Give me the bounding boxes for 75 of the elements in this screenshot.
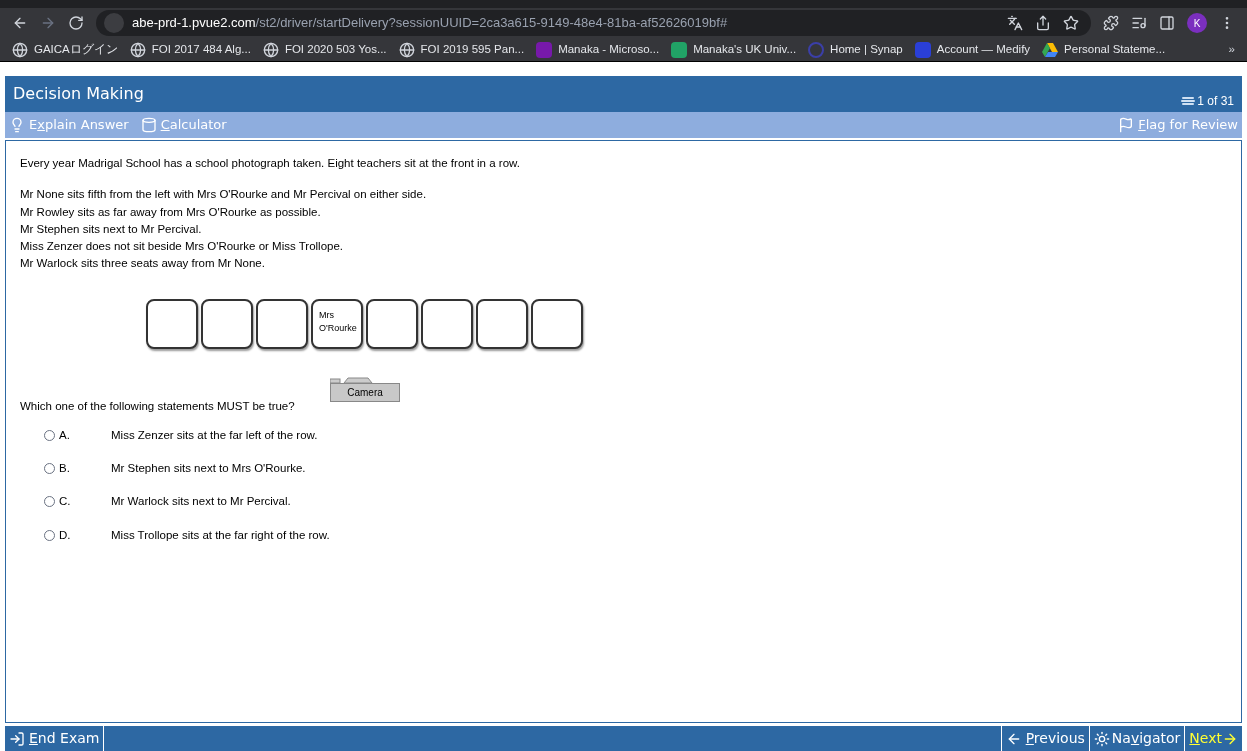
square-logo-icon: [914, 41, 931, 58]
bookmark-star-icon[interactable]: [1063, 15, 1079, 31]
bookmarks-overflow-button[interactable]: »: [1228, 40, 1235, 59]
bookmark-item[interactable]: FOI 2019 595 Pan...: [398, 40, 525, 59]
bookmark-item[interactable]: Account — Medify: [914, 40, 1031, 59]
bookmark-item[interactable]: GAICAログイン: [12, 40, 118, 59]
back-button[interactable]: [12, 15, 28, 31]
spreadsheet-icon: [671, 41, 688, 58]
address-bar[interactable]: abe-prd-1.pvue2.com/st2/driver/startDelivery?sessionUUID=2ca3a615-9149-48e4-81ba-af52626019bf#: [96, 10, 1091, 36]
answer-option[interactable]: D. Miss Trollope sits at the far right of the row.: [44, 526, 1227, 544]
answer-option[interactable]: C. Mr Warlock sits next to Mr Percival.: [44, 493, 1227, 511]
site-info-icon: [104, 13, 124, 33]
flag-icon: [1118, 117, 1135, 133]
seat-box: [201, 298, 253, 349]
profile-avatar[interactable]: K: [1187, 13, 1207, 33]
option-letter: D.: [59, 527, 72, 543]
drive-icon: [1042, 42, 1059, 57]
globe-icon: [12, 41, 28, 58]
clue-text: Mr Rowley sits as far away from Mrs O'Rourke as possible.: [20, 204, 322, 220]
option-text: Mr Stephen sits next to Mrs O'Rourke.: [111, 461, 306, 476]
option-text: Miss Zenzer sits at the far left of the row.: [111, 427, 318, 443]
question-prompt: Which one of the following statements MUST be true?: [20, 398, 296, 414]
previous-button[interactable]: Previous: [1000, 726, 1089, 751]
option-letter: C.: [59, 494, 72, 510]
camera-label: Camera: [330, 382, 400, 402]
question-stem: Every year Madrigal School has a school photograph taken. Eight teachers sit at the front in a row.: [20, 156, 521, 171]
lightbulb-icon: [9, 117, 25, 133]
option-text: Miss Trollope sits at the far right of the row.: [111, 527, 330, 543]
option-letter: B.: [59, 461, 71, 476]
radio-button[interactable]: [44, 429, 55, 441]
section-title: Decision Making: [13, 83, 144, 105]
network-icon: [808, 41, 825, 58]
side-panel-icon[interactable]: [1159, 15, 1175, 31]
radio-button[interactable]: [44, 529, 55, 541]
bookmark-item[interactable]: FOI 2017 484 Alg...: [129, 40, 251, 59]
translate-icon[interactable]: [1007, 15, 1023, 31]
seat-box: [146, 298, 198, 349]
extensions-icon[interactable]: [1103, 15, 1119, 31]
clue-text: Mr Stephen sits next to Mr Percival.: [20, 221, 203, 237]
stack-icon: [1181, 96, 1196, 106]
share-icon[interactable]: [1035, 15, 1051, 31]
next-button[interactable]: Next: [1184, 726, 1242, 751]
clue-text: Mr None sits fifth from the left with Mrs O'Rourke and Mr Percival on either side.: [20, 187, 428, 203]
seat-box: [531, 298, 583, 349]
end-exam-button[interactable]: End Exam: [5, 726, 105, 751]
exit-icon: [9, 730, 25, 747]
seat-box: [366, 298, 418, 349]
bookmark-item[interactable]: Personal Stateme...: [1042, 40, 1166, 59]
bookmark-item[interactable]: Manaka - Microso...: [536, 40, 660, 59]
option-text: Mr Warlock sits next to Mr Percival.: [111, 494, 291, 510]
clue-text: Mr Warlock sits three seats away from Mr None.: [20, 256, 266, 272]
radio-button[interactable]: [44, 496, 55, 508]
progress-counter: 1 of 31: [1181, 92, 1234, 110]
option-letter: A.: [59, 427, 71, 443]
seat-box: [476, 298, 528, 349]
clue-text: Miss Zenzer does not sit beside Mrs O'Rourke or Miss Trollope.: [20, 239, 345, 254]
globe-icon: [262, 41, 279, 58]
bookmark-item[interactable]: Manaka's UK Univ...: [671, 40, 797, 59]
reload-button[interactable]: [68, 15, 84, 31]
seat-box: [421, 298, 473, 349]
globe-icon: [398, 41, 415, 58]
calculator-icon: [140, 117, 157, 133]
media-icon[interactable]: [1131, 15, 1147, 31]
navigator-button[interactable]: Navigator: [1088, 726, 1185, 751]
forward-button[interactable]: [40, 15, 56, 31]
radio-button[interactable]: [44, 463, 55, 475]
seat-box: [256, 298, 308, 349]
seat-box: Mrs O'Rourke: [311, 298, 363, 349]
answer-option[interactable]: A. Miss Zenzer sits at the far left of the row.: [44, 426, 1227, 444]
bookmark-item[interactable]: FOI 2020 503 Yos...: [262, 40, 387, 59]
url-text: abe-prd-1.pvue2.com/st2/driver/startDelivery?sessionUUID=2ca3a615-9149-48e4-81ba-af52626019bf#: [132, 14, 728, 33]
bookmark-item[interactable]: Home | Synap: [808, 40, 903, 59]
notebook-icon: [536, 41, 553, 58]
globe-icon: [129, 41, 146, 58]
answer-option[interactable]: B. Mr Stephen sits next to Mrs O'Rourke.: [44, 460, 1227, 478]
